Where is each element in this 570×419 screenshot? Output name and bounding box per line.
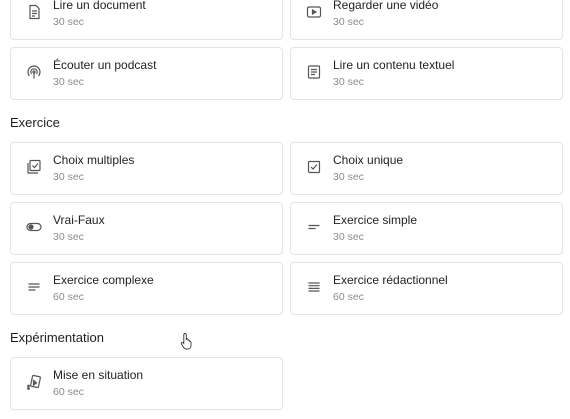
card-title: Exercice simple	[333, 213, 418, 227]
card-duration: 60 sec	[333, 291, 364, 303]
scenario-icon	[25, 373, 43, 391]
card-choix-unique[interactable]: Choix unique 30 sec	[290, 142, 563, 195]
card-duration: 30 sec	[333, 16, 364, 28]
card-title: Choix unique	[333, 153, 404, 167]
card-duration: 30 sec	[333, 231, 364, 243]
multiple-choice-icon	[25, 158, 43, 176]
text-content-icon	[305, 63, 323, 81]
essay-lines-icon	[305, 278, 323, 296]
card-mise-en-situation[interactable]: Mise en situation 60 sec	[10, 357, 283, 410]
card-lire-un-contenu-textuel[interactable]: Lire un contenu textuel 30 sec	[290, 47, 563, 100]
card-duration: 30 sec	[53, 171, 84, 183]
document-icon	[25, 3, 43, 21]
card-duration: 30 sec	[333, 76, 364, 88]
play-video-icon	[305, 3, 323, 21]
section-title-experimentation: Expérimentation	[10, 330, 104, 345]
card-duration: 30 sec	[333, 171, 364, 183]
podcast-icon	[25, 63, 43, 81]
single-choice-icon	[305, 158, 323, 176]
card-regarder-une-video[interactable]: Regarder une vidéo 30 sec	[290, 0, 563, 40]
card-exercice-simple[interactable]: Exercice simple 30 sec	[290, 202, 563, 255]
card-title: Écouter un podcast	[53, 58, 157, 72]
card-duration: 60 sec	[53, 291, 84, 303]
card-ecouter-un-podcast[interactable]: Écouter un podcast 30 sec	[10, 47, 283, 100]
card-choix-multiples[interactable]: Choix multiples 30 sec	[10, 142, 283, 195]
card-title: Regarder une vidéo	[333, 0, 439, 12]
card-title: Exercice rédactionnel	[333, 273, 448, 287]
card-lire-un-document[interactable]: Lire un document 30 sec	[10, 0, 283, 40]
card-vrai-faux[interactable]: Vrai-Faux 30 sec	[10, 202, 283, 255]
hand-cursor-icon	[180, 333, 192, 350]
card-duration: 30 sec	[53, 231, 84, 243]
toggle-icon	[25, 218, 43, 236]
card-title: Lire un document	[53, 0, 146, 12]
card-title: Choix multiples	[53, 153, 135, 167]
complex-lines-icon	[25, 278, 43, 296]
card-duration: 30 sec	[53, 76, 84, 88]
card-duration: 30 sec	[53, 16, 84, 28]
simple-lines-icon	[305, 218, 323, 236]
section-title-exercice: Exercice	[10, 115, 60, 130]
card-title: Exercice complexe	[53, 273, 154, 287]
card-duration: 60 sec	[53, 386, 84, 398]
card-title: Vrai-Faux	[53, 213, 105, 227]
card-title: Lire un contenu textuel	[333, 58, 455, 72]
card-exercice-complexe[interactable]: Exercice complexe 60 sec	[10, 262, 283, 315]
card-exercice-redactionnel[interactable]: Exercice rédactionnel 60 sec	[290, 262, 563, 315]
card-title: Mise en situation	[53, 368, 144, 382]
